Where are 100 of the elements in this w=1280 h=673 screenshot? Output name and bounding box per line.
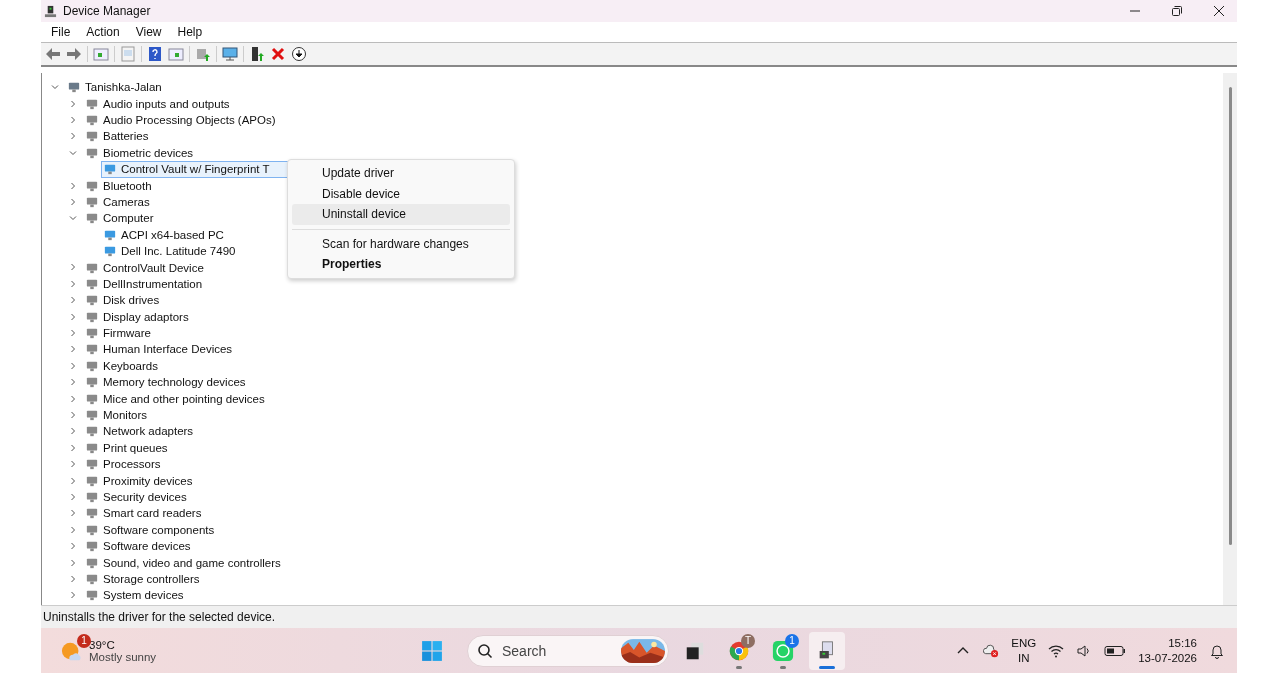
menu-item[interactable]: Action: [78, 25, 128, 39]
expand-chevron-icon[interactable]: [68, 278, 78, 289]
menu-item[interactable]: Disable device: [292, 183, 510, 204]
expand-chevron-icon[interactable]: [68, 196, 78, 207]
expand-chevron-icon[interactable]: [68, 98, 78, 109]
expand-chevron-icon[interactable]: [68, 459, 78, 470]
tree-item[interactable]: Security devices: [103, 490, 187, 503]
document-icon[interactable]: [120, 46, 136, 62]
tree-item[interactable]: Mice and other pointing devices: [103, 392, 265, 405]
tree-item[interactable]: Audio Processing Objects (APOs): [103, 114, 276, 126]
expand-chevron-icon[interactable]: [68, 508, 78, 519]
expand-chevron-icon[interactable]: [68, 442, 78, 453]
help-icon[interactable]: [147, 46, 163, 62]
tree-item[interactable]: Keyboards: [103, 359, 158, 372]
device-manager-icon: [44, 4, 57, 18]
clock-time[interactable]: 15:16: [1168, 635, 1197, 651]
expand-chevron-icon[interactable]: [68, 426, 78, 437]
start-icon[interactable]: [421, 639, 443, 662]
tree-item[interactable]: Proximity devices: [103, 474, 193, 487]
expand-chevron-icon[interactable]: [68, 180, 78, 191]
battery-icon[interactable]: [1104, 644, 1127, 657]
device-icon: [86, 114, 98, 126]
tree-item[interactable]: Sound, video and game controllers: [103, 556, 281, 569]
scrollbar[interactable]: [1223, 73, 1237, 605]
restore-icon[interactable]: [1171, 5, 1183, 17]
device-icon: [86, 572, 98, 585]
tree-item[interactable]: Dell Inc. Latitude 7490: [121, 245, 236, 258]
back-arrow-icon[interactable]: [45, 46, 61, 62]
device-icon: [104, 163, 116, 176]
tree-item[interactable]: Computer: [103, 212, 154, 225]
device-icon: [86, 212, 98, 225]
tree-item[interactable]: Software devices: [103, 540, 191, 553]
expand-chevron-icon[interactable]: [68, 573, 78, 584]
tree-item[interactable]: Display adaptors: [103, 310, 189, 323]
device-icon: [86, 146, 98, 159]
cloud-error-icon[interactable]: [983, 642, 1000, 659]
tree-item[interactable]: System devices: [103, 589, 184, 602]
tree-item[interactable]: Print queues: [103, 441, 168, 454]
tree-item[interactable]: ControlVault Device: [103, 261, 204, 274]
expand-chevron-icon[interactable]: [68, 410, 78, 420]
expand-chevron-icon[interactable]: [68, 328, 78, 339]
expand-chevron-icon[interactable]: [68, 524, 78, 535]
tree-item[interactable]: Biometric devices: [103, 146, 194, 159]
tree-item[interactable]: Cameras: [103, 195, 150, 208]
tree-item[interactable]: Tanishka-Jalan: [85, 81, 162, 94]
status-text: Uninstalls the driver for the selected device.: [43, 610, 276, 624]
tree-item[interactable]: Human Interface Devices: [103, 343, 233, 356]
menu-item[interactable]: File: [43, 25, 79, 39]
menu-item[interactable]: Properties: [292, 254, 510, 275]
tree-item[interactable]: Bluetooth: [103, 179, 152, 192]
expand-chevron-icon[interactable]: [68, 131, 78, 142]
running-indicator: [819, 665, 835, 669]
tree-item[interactable]: Storage controllers: [103, 572, 200, 585]
menu-item[interactable]: Uninstall device: [292, 204, 510, 225]
search-icon: [477, 642, 493, 659]
device-icon: [86, 490, 98, 503]
tree-item[interactable]: Memory technology devices: [103, 376, 246, 389]
tree-item[interactable]: Firmware: [103, 327, 151, 340]
expand-chevron-icon[interactable]: [68, 262, 78, 273]
clock-date[interactable]: 13-07-2026: [1138, 650, 1197, 666]
expand-chevron-icon[interactable]: [68, 590, 78, 601]
download-icon[interactable]: [291, 46, 307, 62]
device-icon: [86, 359, 98, 372]
forward-arrow-icon[interactable]: [66, 46, 82, 62]
running-indicator: [780, 665, 786, 669]
tree-item[interactable]: Monitors: [103, 409, 148, 421]
expand-chevron-icon[interactable]: [68, 491, 78, 502]
expand-chevron-icon[interactable]: [68, 541, 78, 552]
tree-item[interactable]: Batteries: [103, 130, 149, 143]
menu-item[interactable]: Scan for hardware changes: [292, 233, 510, 254]
language-text[interactable]: ENG: [1011, 635, 1037, 651]
notification-badge: T: [741, 633, 755, 648]
device-icon: [86, 376, 98, 389]
tree-item[interactable]: DellInstrumentation: [103, 277, 203, 290]
expand-chevron-icon[interactable]: [68, 377, 78, 388]
tree-item[interactable]: ACPI x64-based PC: [121, 228, 224, 241]
tree-item[interactable]: Network adapters: [103, 425, 194, 438]
weather-condition: Mostly sunny: [89, 650, 157, 663]
expand-chevron-icon[interactable]: [68, 311, 78, 322]
menu-item[interactable]: Update driver: [292, 163, 510, 184]
tree-item[interactable]: Audio inputs and outputs: [103, 97, 230, 110]
uninstall-icon[interactable]: [270, 46, 286, 62]
tree-item[interactable]: Software components: [103, 523, 215, 536]
expand-chevron-icon[interactable]: [68, 557, 78, 568]
close-icon[interactable]: [1213, 5, 1225, 17]
expand-chevron-icon[interactable]: [68, 475, 78, 486]
expand-chevron-icon[interactable]: [68, 295, 78, 306]
tree-item[interactable]: Disk drives: [103, 294, 160, 307]
region-text[interactable]: IN: [1017, 650, 1030, 666]
notification-bell-icon[interactable]: [1209, 642, 1225, 659]
menu-item[interactable]: Help: [169, 25, 211, 39]
tree-item[interactable]: Smart card readers: [103, 507, 202, 520]
expand-chevron-icon[interactable]: [68, 344, 78, 355]
expand-chevron-icon[interactable]: [68, 114, 78, 125]
tree-item[interactable]: Processors: [103, 458, 161, 471]
device-icon: [86, 97, 98, 110]
expand-chevron-icon[interactable]: [68, 360, 78, 371]
monitor-icon[interactable]: [222, 46, 238, 62]
expand-chevron-icon[interactable]: [68, 393, 78, 404]
menu-item[interactable]: View: [127, 25, 170, 39]
